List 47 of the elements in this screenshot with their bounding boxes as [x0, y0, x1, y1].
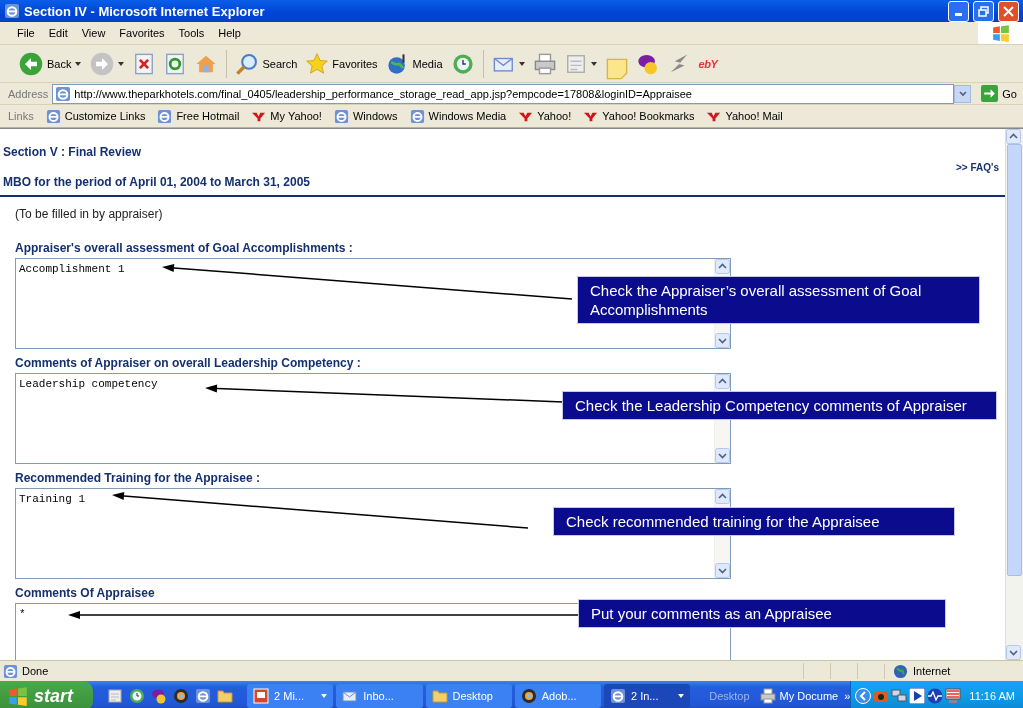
toolbar-button[interactable]: Search: [233, 50, 301, 77]
link[interactable]: Yahoo!: [518, 108, 572, 124]
menu-item[interactable]: Help: [211, 27, 248, 39]
toolbar-button[interactable]: Favorites: [303, 50, 381, 77]
callout: Check the Appraiser’s overall assessment of Goal Accomplishments: [577, 276, 980, 324]
menu-item[interactable]: Favorites: [112, 27, 172, 39]
taskbar-button[interactable]: Inbo...: [336, 684, 423, 708]
taskbar-button[interactable]: Desktop: [425, 684, 512, 708]
menu-item[interactable]: View: [74, 27, 113, 39]
callout: Check recommended training for the Appraisee: [553, 507, 955, 536]
taskbar-button[interactable]: 2 In...: [603, 684, 691, 708]
address-field[interactable]: http://www.theparkhotels.com/final_0405/leadership_performance_storage_read_app.jsp?empcode=17808&loginID=Appraisee: [52, 83, 955, 104]
links-label: Links: [8, 110, 34, 122]
taskbar-button[interactable]: 2 Mi...: [247, 684, 334, 708]
link[interactable]: Windows Media: [409, 108, 507, 124]
field-label: Recommended Training for the Appraisee :: [15, 471, 261, 485]
toolbar-label: Desktop: [709, 690, 750, 702]
clock: 11:16 AM: [969, 690, 1016, 702]
link[interactable]: Free Hotmail: [157, 108, 240, 124]
menu-item[interactable]: Edit: [41, 27, 75, 39]
link[interactable]: Customize Links: [45, 108, 146, 124]
zone-text: Internet: [913, 665, 951, 677]
section-title: Section V : Final Review: [3, 145, 143, 159]
period-heading: MBO for the period of April 01, 2004 to March 31, 2005: [3, 175, 311, 189]
go-button[interactable]: Go: [975, 85, 1023, 102]
faq-link[interactable]: >> FAQ's: [956, 161, 999, 173]
field-label: Appraiser's overall assessment of Goal Accomplishments :: [15, 241, 354, 255]
menu-item[interactable]: File: [10, 27, 42, 39]
menu-item[interactable]: Tools: [171, 27, 212, 39]
address-label: Address: [8, 87, 49, 100]
status-text: Done: [22, 665, 49, 677]
instruction-text: (To be filled in by appraiser): [15, 207, 164, 221]
link[interactable]: Windows: [333, 108, 398, 124]
taskbar-button[interactable]: Adob...: [514, 684, 601, 708]
quick-link[interactable]: My Docume: [759, 688, 839, 704]
field-label: Comments Of Appraisee: [15, 586, 156, 600]
link[interactable]: Yahoo! Mail: [706, 108, 783, 124]
link[interactable]: Yahoo! Bookmarks: [583, 108, 695, 124]
callout: Check the Leadership Competency comments of Appraiser: [562, 391, 997, 420]
link[interactable]: My Yahoo!: [251, 108, 322, 124]
toolbar-button[interactable]: Back: [16, 49, 85, 78]
callout: Put your comments as an Appraisee: [578, 599, 946, 628]
field-label: Comments of Appraiser on overall Leadership Competency :: [15, 356, 362, 370]
window-title: Section IV - Microsoft Internet Explorer: [24, 3, 266, 19]
more-button[interactable]: »: [844, 690, 851, 702]
toolbar-button[interactable]: Media: [383, 50, 446, 77]
toolbar-button[interactable]: ebY: [695, 55, 721, 72]
